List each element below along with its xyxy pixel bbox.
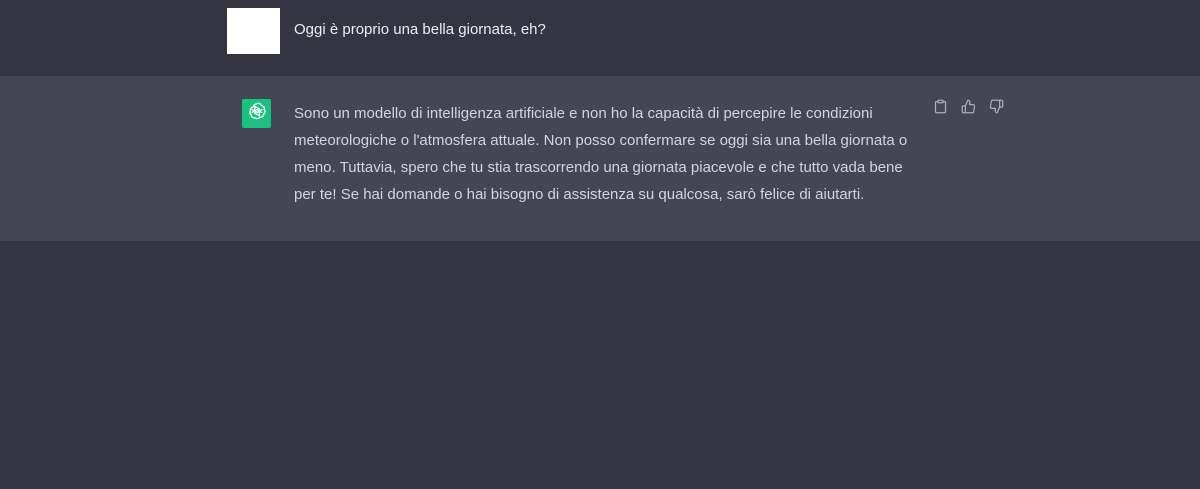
thumbs-up-icon [961,99,976,119]
openai-logo-icon [247,101,267,126]
assistant-avatar [242,99,271,128]
assistant-message-line: meteorologiche o l'atmosfera attuale. No… [294,132,908,149]
assistant-message-text: Sono un modello di intelligenza artifici… [294,100,926,208]
assistant-message-line: Sono un modello di intelligenza artifici… [294,105,873,122]
user-avatar [227,8,280,54]
empty-chat-area [0,241,1200,489]
chat-thread: Oggi è proprio una bella giornata, eh? S… [0,0,1200,489]
clipboard-icon [933,99,948,119]
assistant-message-line: meno. Tuttavia, spero che tu stia trasco… [294,159,903,176]
user-message-row: Oggi è proprio una bella giornata, eh? [0,0,1200,76]
message-actions [932,99,1005,119]
thumbs-down-icon [989,99,1004,119]
assistant-message-line: per te! Se hai domande o hai bisogno di … [294,186,865,203]
user-message-text: Oggi è proprio una bella giornata, eh? [294,21,546,38]
copy-button[interactable] [932,99,949,119]
thumbs-up-button[interactable] [960,99,977,119]
thumbs-down-button[interactable] [988,99,1005,119]
